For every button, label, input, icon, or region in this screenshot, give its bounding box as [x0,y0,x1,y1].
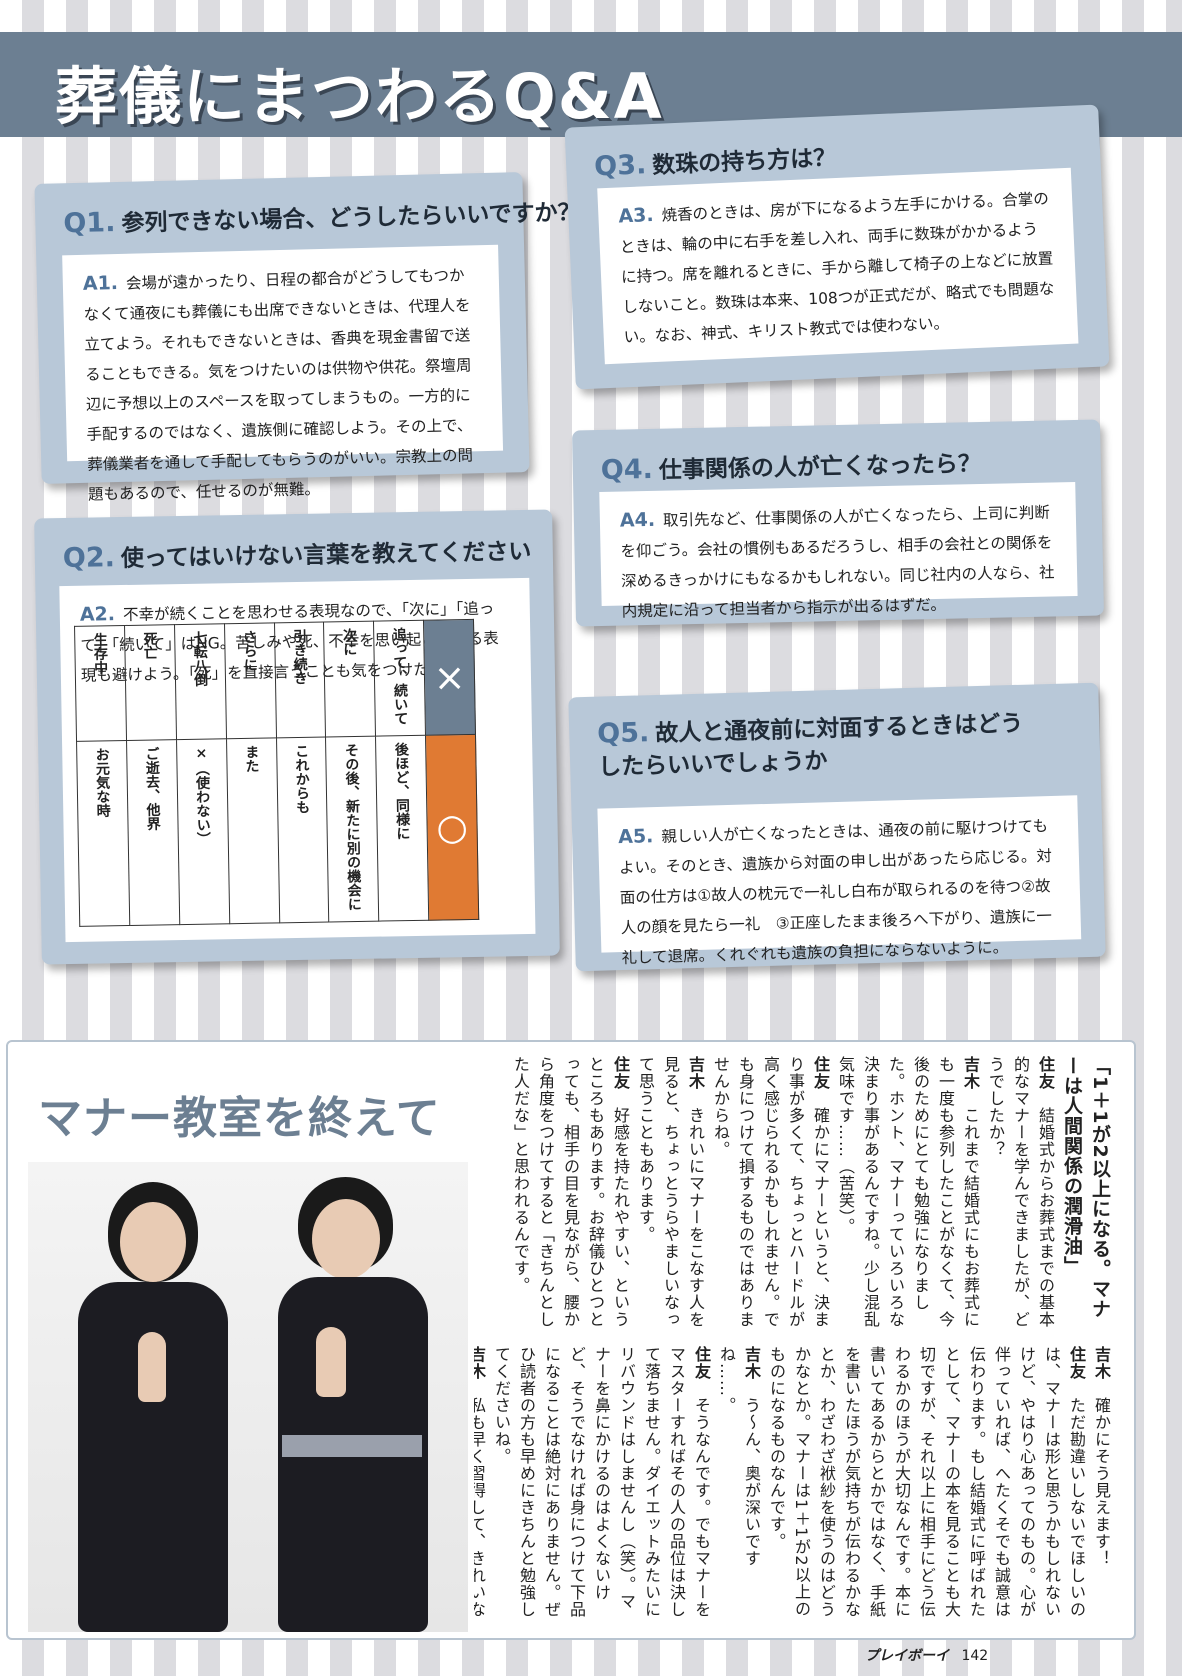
question-number: Q3. [593,149,647,183]
question-number: Q5. [596,717,650,750]
question-text: 故人と通夜前に対面するときはどうしたらいいでしょうか [597,710,1024,781]
question-number: Q2. [62,542,116,575]
question-title: Q5. 故人と通夜前に対面するときはどうしたらいいでしょうか [597,706,1039,783]
table-cell: ×（使わない） [176,738,230,925]
page-title: 葬儀にまつわるQ&A [55,60,664,133]
qa-card-q4: Q4. 仕事関係の人が亡くなったら？ A4. 取引先など、仕事関係の人が亡くなったら… [572,419,1104,627]
word-table: 生存中 死亡 七転八倒 さらに 引き続き 次に 追って、続いて × お元気な時 … [74,619,479,927]
ok-mark-icon: ○ [425,734,479,921]
answer-box: A3. 焼香のときは、房が下になるよう左手にかける。合掌のときは、輪の中に右手を差… [597,167,1079,365]
interview-columns: 「1＋1が2以上になる。マナーは人間関係の潤滑油」 住友 結婚式からお葬式までの… [474,1056,1114,1618]
page-number: 142 [961,1648,989,1664]
manner-class-panel: マナー教室を終えて 「1＋1が2以上になる。マナーは人間関係の潤滑油」 住友 結… [6,1040,1136,1640]
table-cell: ご逝去、他界 [126,739,180,926]
qa-card-q1: Q1. 参列できない場合、どうしたらいいですか？ A1. 会場が遠かったり、日程の都… [34,172,581,504]
photo-two-women [28,1162,468,1632]
answer-number: A3. [617,203,655,228]
table-cell: 引き続き [274,622,326,738]
answer-number: A2. [79,603,116,626]
question-title: Q4. 仕事関係の人が亡くなったら？ [600,444,982,486]
table-cell: 七転八倒 [174,623,227,740]
answer-text: 焼香のときは、房が下になるよう左手にかける。合掌のときは、輪の中に右手を差し入れ… [619,189,1055,347]
table-cell: また [226,737,280,924]
lead-quote: 「1＋1が2以上になる。マナーは人間関係の潤滑油」 [1061,1056,1111,1319]
interview-column-upper: 「1＋1が2以上になる。マナーは人間関係の潤滑油」 住友 結婚式からお葬式までの… [511,1056,1111,1328]
question-number: Q1. [63,207,116,240]
woman-left-figure [58,1182,248,1632]
table-cell: さらに [224,622,277,739]
table-row-ng: 生存中 死亡 七転八倒 さらに 引き続き 次に 追って、続いて × [74,619,476,742]
question-title: Q3. 数珠の持ち方は？ [593,138,837,183]
question-text: 使ってはいけない言葉を教えてください [120,538,532,573]
answer-number: A1. [82,271,119,295]
question-title: Q2. 使ってはいけない言葉を教えてください [63,532,532,574]
question-text: 仕事関係の人が亡くなったら？ [658,450,982,484]
question-title: Q1. 参列できない場合、どうしたらいいですか？ [63,193,581,240]
question-number: Q4. [600,453,654,486]
table-cell: 後ほど、同様に [375,735,429,922]
answer-text: 親しい人が亡くなったときは、通夜の前に駆けつけてもよい。そのとき、遺族から対面の… [618,817,1053,968]
answer-box: A5. 親しい人が亡くなったときは、通夜の前に駆けつけてもよい。そのとき、遺族から… [597,795,1082,967]
table-cell: 追って、続いて [373,620,426,737]
table-row-ok: お元気な時 ご逝去、他界 ×（使わない） また これからも その後、新たに別の機… [76,734,479,927]
ng-mark-icon: × [423,619,476,736]
table-cell: 次に [323,621,376,737]
section-title: マナー教室を終えて [38,1093,441,1144]
answer-number: A5. [617,825,654,849]
answer-box: A4. 取引先など、仕事関係の人が亡くなったら、上司に判断を仰ごう。会社の慣例もあ… [599,482,1078,621]
page-footer: プレイボーイ 142 [865,1645,988,1665]
table-cell: 生存中 [74,625,127,742]
question-text: 参列できない場合、どうしたらいいですか？ [121,199,581,237]
answer-text: 取引先など、仕事関係の人が亡くなったら、上司に判断を仰ごう。会社の慣例もあるだろ… [620,503,1055,621]
table-cell: 死亡 [124,624,177,741]
qa-card-q3: Q3. 数珠の持ち方は？ A3. 焼香のときは、房が下になるよう左手にかける。合掌の… [564,104,1110,390]
table-cell: その後、新たに別の機会に [325,736,379,922]
qa-card-q2: Q2. 使ってはいけない言葉を教えてください A2. 不幸が続くことを思わせる表現な… [34,509,560,965]
answer-text: 会場が遠かったり、日程の都合がどうしてもつかなくて通夜にも葬儀にも出席できないと… [83,266,474,504]
magazine-logo: プレイボーイ [865,1648,949,1664]
woman-right-figure [258,1177,448,1632]
question-text: 数珠の持ち方は？ [651,144,837,179]
qa-card-q5: Q5. 故人と通夜前に対面するときはどうしたらいいでしょうか A5. 親しい人が亡く… [568,682,1106,972]
table-cell: これからも [276,736,330,923]
answer-box: A1. 会場が遠かったり、日程の都合がどうしてもつかなくて通夜にも葬儀にも出席でき… [62,244,504,504]
interview-column-lower: 吉木 確かにそう見えます！ 住友 ただ勘違いしないでほしいのは、マナーは形と思う… [474,1346,1111,1618]
table-cell: お元気な時 [76,740,130,927]
answer-number: A4. [619,508,656,532]
